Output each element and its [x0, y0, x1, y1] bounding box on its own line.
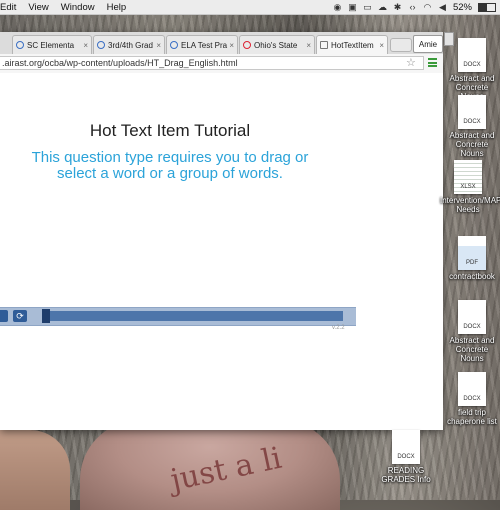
- circle-icon: [243, 41, 251, 49]
- volume-icon[interactable]: ◀: [438, 2, 447, 12]
- desktop-icon-label: Abstract and Concrete Nouns: [449, 131, 495, 158]
- close-icon[interactable]: ×: [154, 41, 161, 50]
- desktop-icon-pdf[interactable]: PDF contractbook: [444, 236, 500, 281]
- page-title: Hot Text Item Tutorial: [89, 121, 251, 140]
- page-subtitle: This question type requires you to drag …: [31, 149, 309, 182]
- tab-label: SC Elementa: [27, 40, 75, 50]
- replay-icon[interactable]: ⟳: [13, 310, 27, 322]
- app-icon[interactable]: ▣: [348, 2, 357, 12]
- globe-icon: [170, 41, 178, 49]
- tab-label: Ohio's State: [254, 40, 298, 50]
- menu-view[interactable]: View: [28, 2, 48, 13]
- document-icon: DOCX: [458, 95, 486, 129]
- document-icon: DOCX: [458, 38, 486, 72]
- tab-strip: SC Elementa × 3rd/4th Grad × ELA Test Pr…: [0, 32, 443, 55]
- address-bar: .airast.org/ocba/wp-content/uploads/HT_D…: [0, 54, 443, 74]
- tab-sc-elementary[interactable]: SC Elementa ×: [12, 35, 92, 54]
- globe-icon: [16, 41, 24, 49]
- tab-3rd-4th-grade[interactable]: 3rd/4th Grad ×: [93, 35, 165, 54]
- tab-label: HotTextItem: [331, 40, 374, 50]
- bluetooth-icon[interactable]: ✱: [393, 2, 402, 12]
- cloud-icon[interactable]: ☁: [378, 2, 387, 12]
- globe-icon: [97, 41, 105, 49]
- close-icon[interactable]: ×: [377, 41, 384, 50]
- code-icon[interactable]: ‹›: [408, 2, 417, 12]
- tab-label: ELA Test Pra: [181, 40, 228, 50]
- battery-percent[interactable]: 52%: [453, 2, 472, 13]
- spreadsheet-icon: XLSX: [454, 160, 482, 194]
- document-icon: [320, 41, 328, 49]
- document-icon: DOCX: [458, 372, 486, 406]
- progress-track[interactable]: [43, 311, 343, 321]
- desktop-icon-docx[interactable]: DOCX field trip chaperone list: [444, 372, 500, 426]
- desktop-icon-label: Intervention/MAP Needs: [440, 196, 500, 214]
- desktop-icon-xlsx[interactable]: XLSX Intervention/MAP Needs: [440, 160, 500, 214]
- tab-hottextitem[interactable]: HotTextItem ×: [316, 35, 388, 54]
- desktop-background-photo-arm: [0, 430, 70, 510]
- document-icon: DOCX: [392, 430, 420, 464]
- menu-icon[interactable]: [428, 58, 437, 67]
- player-control-bar: ⟳: [0, 307, 356, 326]
- profile-button[interactable]: Amie: [413, 35, 443, 53]
- browser-window: SC Elementa × 3rd/4th Grad × ELA Test Pr…: [0, 32, 443, 430]
- close-icon[interactable]: ×: [81, 41, 88, 50]
- wifi-icon[interactable]: ◠: [423, 2, 432, 12]
- desktop-icon-label: READING GRADES Info: [381, 466, 431, 484]
- menubar-status-area: ◉ ▣ ▭ ☁ ✱ ‹› ◠ ◀ 52%: [333, 2, 496, 13]
- close-icon[interactable]: ×: [227, 41, 234, 50]
- desktop-icon-docx[interactable]: DOCX Abstract and Concrete Nouns: [444, 95, 500, 158]
- display-icon[interactable]: ▭: [363, 2, 372, 12]
- tab-label: 3rd/4th Grad: [108, 40, 153, 50]
- page-content: Hot Text Item Tutorial This question typ…: [0, 73, 443, 430]
- new-tab-button[interactable]: [390, 38, 412, 52]
- desktop-icon-docx[interactable]: DOCX READING GRADES Info: [378, 430, 434, 484]
- document-icon: DOCX: [458, 300, 486, 334]
- pdf-icon: PDF: [458, 236, 486, 270]
- progress-thumb[interactable]: [42, 309, 50, 323]
- menu-help[interactable]: Help: [107, 2, 127, 13]
- desktop-icon-label: contractbook: [449, 272, 495, 281]
- chrome-icon[interactable]: ◉: [333, 2, 342, 12]
- tab-ohios-state[interactable]: Ohio's State ×: [239, 35, 315, 54]
- desktop-icon-label: Abstract and Concrete Nouns: [449, 336, 495, 363]
- desktop-icon-label: field trip chaperone list: [447, 408, 497, 426]
- version-label: v.2.2: [332, 325, 345, 331]
- bookmark-star-icon[interactable]: ☆: [406, 58, 416, 69]
- mac-menubar: Edit View Window Help ◉ ▣ ▭ ☁ ✱ ‹› ◠ ◀ 5…: [0, 0, 500, 15]
- tab-ela-test-practice[interactable]: ELA Test Pra ×: [166, 35, 238, 54]
- menu-edit[interactable]: Edit: [0, 2, 16, 13]
- battery-icon[interactable]: [478, 2, 496, 12]
- menu-window[interactable]: Window: [61, 2, 95, 13]
- desktop-icon-docx[interactable]: DOCX Abstract and Concrete Nouns: [444, 38, 500, 101]
- play-button[interactable]: [0, 310, 8, 322]
- close-icon[interactable]: ×: [304, 41, 311, 50]
- url-field[interactable]: .airast.org/ocba/wp-content/uploads/HT_D…: [0, 56, 424, 70]
- desktop-icon-docx[interactable]: DOCX Abstract and Concrete Nouns: [444, 300, 500, 363]
